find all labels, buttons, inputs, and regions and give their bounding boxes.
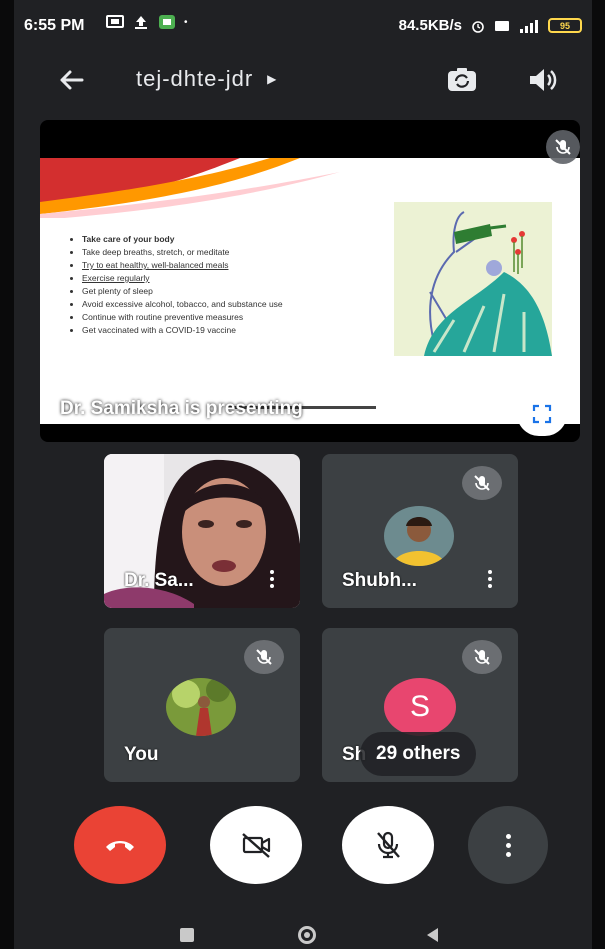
slide-bullet: Avoid excessive alcohol, tobacco, and su…: [82, 299, 400, 309]
meeting-code: tej-dhte-jdr: [136, 66, 254, 91]
back-arrow-icon[interactable]: [52, 60, 92, 100]
camera-toggle-button[interactable]: [210, 806, 302, 884]
avatar: [166, 678, 236, 736]
status-bar: 6:55 PM • 84.5KB/s 95: [14, 0, 592, 52]
slide-illustration: [394, 202, 552, 356]
mic-off-icon: [377, 831, 400, 859]
fullscreen-button[interactable]: [517, 392, 567, 436]
network-speed: 84.5KB/s: [398, 17, 462, 34]
more-vert-icon: [505, 833, 511, 857]
muted-badge: [546, 130, 580, 164]
slide-bullet: Exercise regularly: [82, 273, 400, 283]
participant-tile[interactable]: Shubh...: [322, 454, 518, 608]
muted-badge: [462, 640, 502, 674]
others-count-button[interactable]: 29 others: [360, 732, 477, 776]
videocam-off-icon: [242, 833, 271, 858]
chevron-right-icon: ▶: [267, 72, 278, 86]
participant-tile[interactable]: Dr. Sa...: [104, 454, 300, 608]
fullscreen-icon: [532, 404, 552, 424]
call-top-bar: tej-dhte-jdr ▶: [14, 52, 592, 108]
mic-off-icon: [256, 649, 272, 665]
status-time: 6:55 PM: [24, 17, 85, 34]
mic-off-icon: [474, 475, 490, 491]
alarm-icon: [472, 20, 484, 33]
end-call-button[interactable]: [74, 806, 166, 884]
more-options-button[interactable]: [468, 806, 548, 884]
battery-icon: 95: [548, 18, 582, 33]
dot-icon: •: [184, 16, 188, 28]
slide-bullet: Take care of your body: [82, 234, 400, 244]
recents-icon[interactable]: [180, 928, 194, 942]
avatar: [384, 506, 454, 566]
slide-bullet: Take deep breaths, stretch, or meditate: [82, 247, 400, 257]
presentation-tile[interactable]: Take care of your body Take deep breaths…: [40, 120, 580, 442]
letter-avatar: S: [384, 678, 456, 736]
slide-bullet: Try to eat healthy, well-balanced meals: [82, 260, 400, 270]
participant-name: Shubh...: [342, 570, 417, 591]
mic-off-icon: [474, 649, 490, 665]
slide-bullet: Get plenty of sleep: [82, 286, 400, 296]
switch-camera-icon[interactable]: [442, 60, 482, 100]
system-nav-bar: [14, 918, 592, 949]
volte-icon: [495, 20, 509, 31]
upload-icon: [135, 16, 147, 29]
signal-icon: [520, 19, 538, 33]
screen-icon: [106, 15, 124, 28]
back-nav-icon[interactable]: [424, 926, 440, 944]
mic-off-icon: [555, 139, 571, 155]
slide-bullet: Get vaccinated with a COVID-19 vaccine: [82, 325, 400, 335]
more-vert-icon[interactable]: [262, 564, 282, 594]
mic-toggle-button[interactable]: [342, 806, 434, 884]
participant-name: Dr. Sa...: [124, 570, 194, 591]
speaker-icon[interactable]: [522, 60, 562, 100]
muted-badge: [462, 466, 502, 500]
participant-name: You: [124, 744, 159, 765]
app-icon: [159, 15, 175, 29]
participant-tile[interactable]: You: [104, 628, 300, 782]
muted-badge: [244, 640, 284, 674]
more-vert-icon[interactable]: [480, 564, 500, 594]
call-end-icon: [106, 841, 134, 851]
home-icon[interactable]: [298, 926, 316, 944]
presenter-label: Dr. Samiksha is presenting: [60, 398, 303, 419]
phone-screen: 6:55 PM • 84.5KB/s 95 tej-dhte-jdr ▶ • T…: [14, 0, 592, 949]
shared-slide: Take care of your body Take deep breaths…: [40, 158, 580, 424]
participant-tile[interactable]: S Sh 29 others: [322, 628, 518, 782]
meeting-code-button[interactable]: tej-dhte-jdr ▶: [136, 66, 277, 92]
slide-bullet: Continue with routine preventive measure…: [82, 312, 400, 322]
